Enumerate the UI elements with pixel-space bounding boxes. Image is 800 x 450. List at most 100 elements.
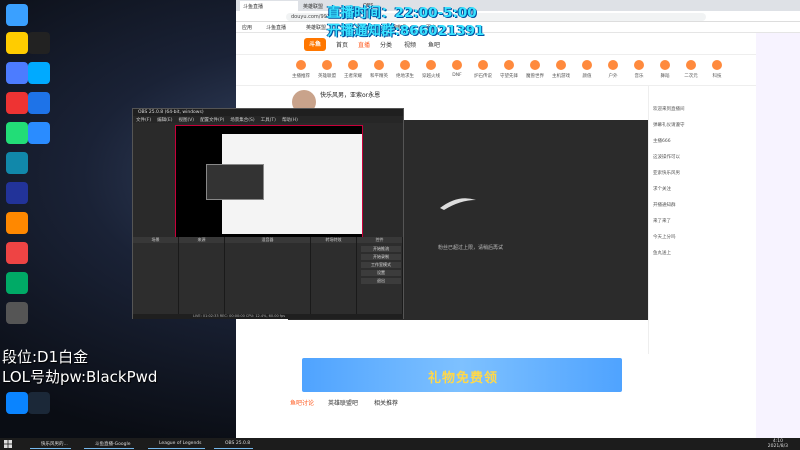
app-icon[interactable] bbox=[6, 62, 28, 84]
obs-control-button[interactable]: 工作室模式 bbox=[361, 262, 401, 268]
category-item[interactable]: 英雄联盟 bbox=[314, 60, 340, 79]
category-item[interactable]: 户外 bbox=[600, 60, 626, 79]
obs-menu-item[interactable]: 场景集合(S) bbox=[230, 118, 254, 123]
obs-dock-header: 控件 bbox=[357, 237, 402, 243]
obs-dock-header: 转场特效 bbox=[311, 237, 356, 243]
nav-item[interactable]: 鱼吧 bbox=[428, 40, 440, 49]
overlay-account: LOL号劫pw:BlackPwd bbox=[2, 368, 158, 386]
taskbar-app[interactable]: 斗鱼直播-Google bbox=[84, 439, 134, 449]
category-icon bbox=[400, 60, 410, 70]
bookmark-item[interactable]: 英雄联盟 bbox=[306, 24, 326, 31]
app-icon[interactable] bbox=[6, 302, 28, 324]
category-item[interactable]: 炉石传说 bbox=[470, 60, 496, 79]
app-icon[interactable] bbox=[6, 32, 28, 54]
browser-tab[interactable]: 斗鱼直播 bbox=[240, 1, 298, 11]
app-icon[interactable] bbox=[28, 62, 50, 84]
category-icon bbox=[608, 60, 618, 70]
app-icon[interactable] bbox=[6, 242, 28, 264]
chat-message: 鱼丸送上 bbox=[653, 251, 671, 256]
nav-item[interactable]: 分类 bbox=[380, 40, 392, 49]
category-row: 主播推荐 英雄联盟 王者荣耀 和平精英 绝地求生 穿越火线 DNF 炉石传说 守望先锋 魔兽世界 主… bbox=[236, 56, 800, 86]
category-item[interactable]: 舞蹈 bbox=[652, 60, 678, 79]
chat-message: 欢迎来到直播间 bbox=[653, 107, 685, 112]
overlay-stream-time: 直播时间：22:00-5:00 bbox=[327, 5, 477, 21]
app-icon[interactable] bbox=[6, 392, 28, 414]
chat-message: 亚索快乐风男 bbox=[653, 171, 680, 176]
taskbar-app[interactable]: 快乐风男的... bbox=[30, 439, 71, 449]
chat-message: 来了来了 bbox=[653, 219, 671, 224]
player-message: 粉丝已超过上限，请稍后再试 bbox=[438, 245, 504, 251]
chat-message: 今天上分吗 bbox=[653, 235, 676, 240]
category-item[interactable]: DNF bbox=[444, 60, 470, 78]
room-tab[interactable]: 相关推荐 bbox=[374, 398, 398, 407]
category-icon bbox=[686, 60, 696, 70]
clock-date: 2021/8/3 bbox=[767, 444, 788, 449]
obs-menu-item[interactable]: 编辑(E) bbox=[157, 118, 172, 123]
obs-control-button[interactable]: 退出 bbox=[361, 278, 401, 284]
bookmark-item[interactable]: 应用 bbox=[242, 24, 252, 31]
category-item[interactable]: 和平精英 bbox=[366, 60, 392, 79]
app-icon[interactable] bbox=[28, 392, 50, 414]
category-icon bbox=[660, 60, 670, 70]
chat-message: 求个关注 bbox=[653, 187, 671, 192]
nav-item[interactable]: 直播 bbox=[358, 40, 370, 49]
taskbar-app[interactable]: OBS 25.0.8 bbox=[214, 439, 254, 449]
bookmark-item[interactable]: 斗鱼直播 bbox=[266, 24, 286, 31]
app-icon[interactable] bbox=[6, 272, 28, 294]
category-item[interactable]: 主播推荐 bbox=[288, 60, 314, 79]
category-item[interactable]: 穿越火线 bbox=[418, 60, 444, 79]
obs-menu-item[interactable]: 配置文件(P) bbox=[200, 118, 224, 123]
category-item[interactable]: 二次元 bbox=[678, 60, 704, 79]
category-item[interactable]: 科技 bbox=[704, 60, 730, 79]
category-icon bbox=[556, 60, 566, 70]
category-label: 和平精英 bbox=[370, 74, 388, 79]
category-item[interactable]: 绝地求生 bbox=[392, 60, 418, 79]
nav-item[interactable]: 首页 bbox=[336, 40, 348, 49]
app-icon[interactable] bbox=[6, 212, 28, 234]
category-item[interactable]: 王者荣耀 bbox=[340, 60, 366, 79]
app-icon[interactable] bbox=[6, 92, 28, 114]
category-label: 颜值 bbox=[582, 74, 592, 79]
obs-docks: 场景 来源 混音器 转场特效 控件 开始推流 开始录制 工作室模式 设置 退出 bbox=[133, 237, 403, 315]
app-icon[interactable] bbox=[28, 92, 50, 114]
category-item[interactable]: 主机游戏 bbox=[548, 60, 574, 79]
taskbar-clock[interactable]: 4:10 2021/8/3 bbox=[768, 439, 788, 449]
category-label: 魔兽世界 bbox=[526, 74, 544, 79]
taskbar-app[interactable]: League of Legends bbox=[148, 439, 205, 449]
promo-banner[interactable]: 礼物免费领 bbox=[302, 358, 622, 392]
category-item[interactable]: 颜值 bbox=[574, 60, 600, 79]
chat-panel: 欢迎来到直播间 弹幕礼仪请遵守 主播666 这波操作可以 亚索快乐风男 求个关注 开播通知群… bbox=[648, 86, 755, 354]
nav-item[interactable]: 视频 bbox=[404, 40, 416, 49]
category-icon bbox=[582, 60, 592, 70]
obs-window: OBS 25.0.8 (64-bit, windows) 文件(F) 编辑(E) 视… bbox=[132, 108, 404, 319]
app-icon[interactable] bbox=[6, 4, 28, 26]
site-header: 斗鱼 首页 直播 分类 视频 鱼吧 bbox=[236, 33, 800, 55]
room-tab[interactable]: 英雄联盟吧 bbox=[328, 398, 358, 407]
obs-control-button[interactable]: 设置 bbox=[361, 270, 401, 276]
obs-menu-item[interactable]: 视图(V) bbox=[178, 118, 194, 123]
obs-control-button[interactable]: 开始录制 bbox=[361, 254, 401, 260]
category-item[interactable]: 魔兽世界 bbox=[522, 60, 548, 79]
app-icon[interactable] bbox=[28, 32, 50, 54]
windows-start-icon[interactable] bbox=[4, 440, 12, 448]
app-icon[interactable] bbox=[28, 122, 50, 144]
obs-dock: 来源 bbox=[179, 237, 225, 315]
obs-menu-item[interactable]: 工具(T) bbox=[261, 118, 276, 123]
douyu-fish-icon bbox=[440, 198, 476, 210]
category-item[interactable]: 守望先锋 bbox=[496, 60, 522, 79]
room-tab[interactable]: 鱼吧讨论 bbox=[290, 398, 314, 407]
app-icon[interactable] bbox=[6, 122, 28, 144]
obs-menu-item[interactable]: 文件(F) bbox=[136, 118, 151, 123]
chat-message: 弹幕礼仪请遵守 bbox=[653, 123, 685, 128]
category-label: 王者荣耀 bbox=[344, 74, 362, 79]
douyu-logo[interactable]: 斗鱼 bbox=[304, 38, 326, 51]
category-item[interactable]: 音乐 bbox=[626, 60, 652, 79]
app-icon[interactable] bbox=[6, 182, 28, 204]
obs-preview[interactable] bbox=[175, 125, 363, 243]
app-icon[interactable] bbox=[6, 152, 28, 174]
obs-control-button[interactable]: 开始推流 bbox=[361, 246, 401, 252]
category-label: 主机游戏 bbox=[552, 74, 570, 79]
obs-menu: 文件(F) 编辑(E) 视图(V) 配置文件(P) 场景集合(S) 工具(T) 帮助(H) bbox=[133, 116, 403, 123]
browser-tabbar: 斗鱼直播 英雄联盟 OBS bbox=[236, 0, 800, 11]
obs-menu-item[interactable]: 帮助(H) bbox=[282, 118, 298, 123]
